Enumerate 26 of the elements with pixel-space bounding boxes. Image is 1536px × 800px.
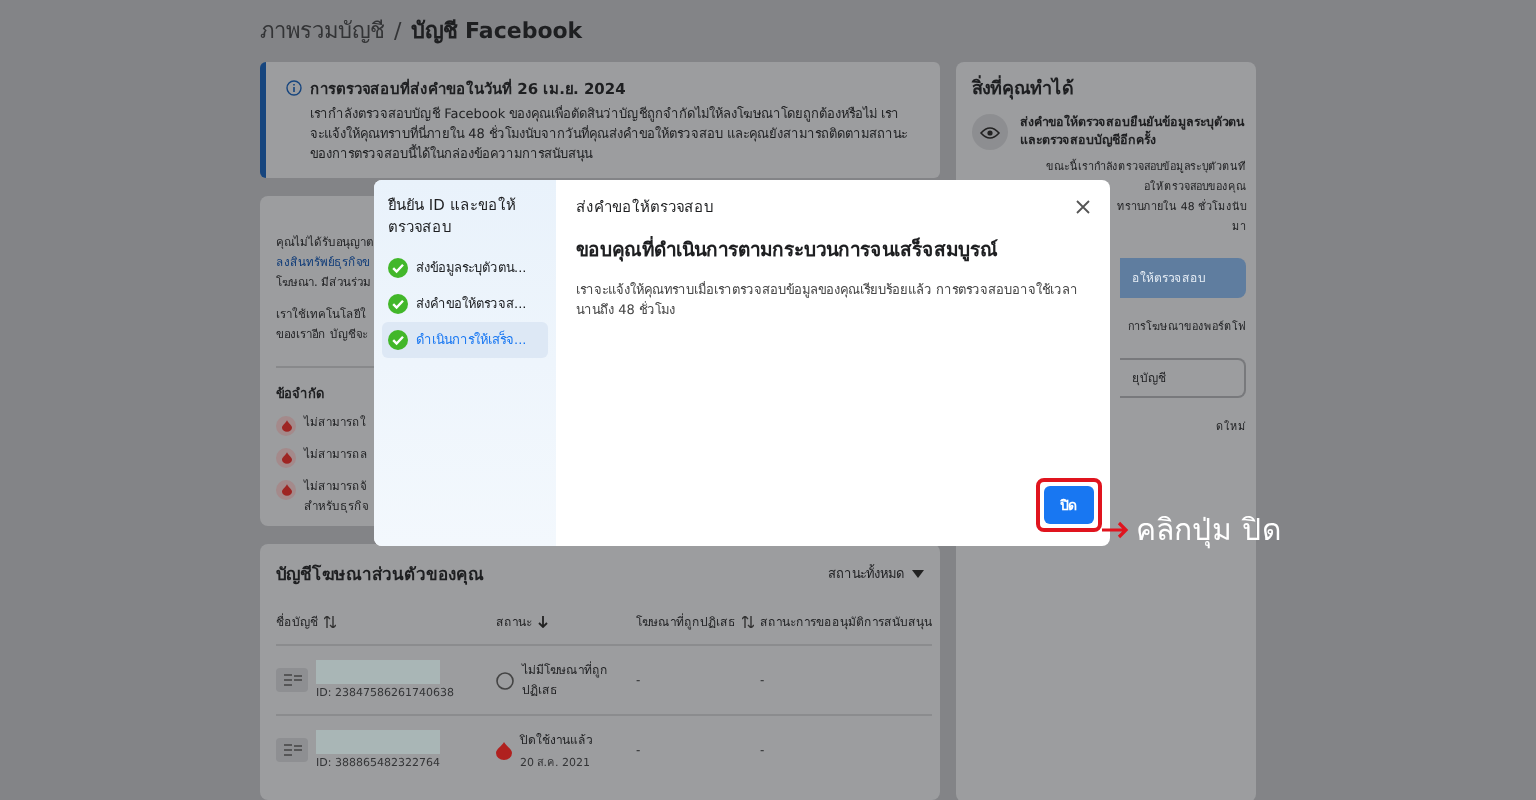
annotation-text: คลิกปุ่ม ปิด bbox=[1136, 510, 1282, 553]
empty-circle-icon bbox=[496, 671, 514, 690]
sort-icon[interactable] bbox=[742, 616, 754, 629]
caret-icon bbox=[912, 570, 924, 579]
breadcrumb-separator: / bbox=[394, 17, 402, 43]
account-icon bbox=[276, 738, 308, 763]
sort-down-icon[interactable] bbox=[538, 616, 548, 629]
close-icon[interactable] bbox=[1076, 199, 1090, 213]
blocked-icon bbox=[496, 741, 512, 760]
check-circle-icon bbox=[388, 258, 408, 278]
check-circle-icon bbox=[388, 330, 408, 350]
eye-icon bbox=[972, 114, 1008, 150]
redacted-name bbox=[316, 660, 440, 685]
card-title: สิ่งที่คุณทำได้ bbox=[972, 74, 1246, 102]
sort-icon[interactable] bbox=[324, 616, 336, 629]
check-circle-icon bbox=[388, 294, 408, 314]
warning-icon bbox=[276, 416, 296, 437]
page-title: บัญชี Facebook bbox=[411, 16, 583, 48]
warning-icon bbox=[276, 448, 296, 469]
info-icon bbox=[286, 80, 302, 96]
warning-icon bbox=[276, 480, 296, 501]
dialog-heading: ขอบคุณที่ดำเนินการตามกระบวนการจนเสร็จสมบูรณ์ bbox=[576, 234, 1000, 264]
account-icon bbox=[276, 668, 308, 693]
redacted-name bbox=[316, 730, 440, 755]
breadcrumb-link[interactable]: ภาพรวมบัญชี bbox=[260, 12, 384, 48]
card-title: บัญชีโฆษณาส่วนตัวของคุณ bbox=[276, 562, 484, 589]
